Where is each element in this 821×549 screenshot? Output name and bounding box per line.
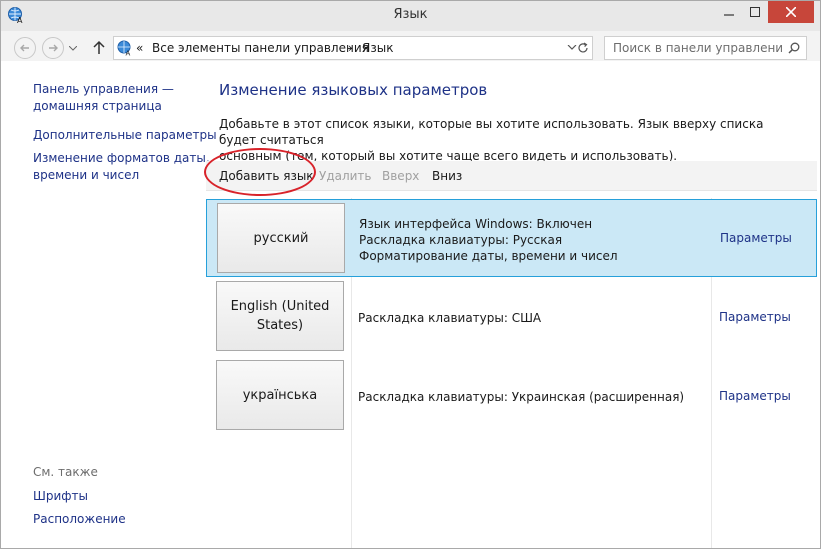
window-title: Язык bbox=[393, 7, 428, 22]
language-details: Раскладка клавиатуры: США bbox=[358, 310, 541, 326]
close-button[interactable] bbox=[768, 1, 814, 23]
minimize-button[interactable] bbox=[716, 1, 742, 23]
address-bar: A « Все элементы панели управления › Язы… bbox=[1, 31, 820, 61]
language-row-english[interactable]: English (United States) Раскладка клавиа… bbox=[206, 278, 817, 356]
forward-arrow-icon bbox=[49, 44, 58, 52]
sidebar-home-line2: домашняя страница bbox=[33, 99, 162, 113]
sidebar-link-fonts[interactable]: Шрифты bbox=[33, 488, 88, 505]
options-link[interactable]: Параметры bbox=[719, 310, 791, 324]
sidebar-link-advanced[interactable]: Дополнительные параметры bbox=[33, 127, 217, 144]
maximize-button[interactable] bbox=[742, 1, 768, 23]
back-button[interactable] bbox=[14, 37, 36, 59]
language-name-continued: States) bbox=[256, 318, 304, 333]
language-row-ukrainian[interactable]: українська Раскладка клавиатуры: Украинс… bbox=[206, 357, 817, 435]
breadcrumb-separator[interactable]: › bbox=[348, 41, 353, 55]
language-detail-line: Раскладка клавиатуры: США bbox=[358, 311, 542, 325]
search-field[interactable] bbox=[604, 36, 807, 60]
sidebar-link-location[interactable]: Расположение bbox=[33, 511, 126, 528]
page-title: Изменение языковых параметров bbox=[219, 81, 488, 99]
language-name: українська bbox=[242, 387, 318, 403]
search-input[interactable] bbox=[613, 40, 783, 56]
language-detail-line: Раскладка клавиатуры: Украинская (расшир… bbox=[358, 390, 685, 404]
language-window: A Язык A « Все элементы панели управлени… bbox=[0, 0, 821, 549]
remove-button[interactable]: Удалить bbox=[319, 169, 372, 183]
language-tile[interactable]: русский bbox=[217, 203, 345, 273]
sidebar-link-formats[interactable]: Изменение форматов даты, времени и чисел bbox=[33, 150, 210, 184]
up-arrow-icon[interactable] bbox=[93, 40, 105, 54]
breadcrumb-control-panel[interactable]: Все элементы панели управления bbox=[152, 41, 369, 55]
options-link[interactable]: Параметры bbox=[719, 389, 791, 403]
breadcrumb-overflow[interactable]: « bbox=[136, 41, 143, 55]
search-icon[interactable] bbox=[788, 42, 800, 54]
language-row-russian[interactable]: русский Язык интерфейса Windows: Включен… bbox=[206, 199, 817, 277]
content-area: Панель управления — домашняя страница До… bbox=[1, 61, 820, 548]
language-detail-line: Раскладка клавиатуры: Русская bbox=[359, 233, 563, 247]
breadcrumb-language[interactable]: Язык bbox=[362, 41, 393, 55]
sidebar-link-home[interactable]: Панель управления — домашняя страница bbox=[33, 81, 174, 115]
see-also-label: См. также bbox=[33, 465, 98, 479]
move-down-button[interactable]: Вниз bbox=[432, 169, 462, 183]
sidebar-formats-line2: времени и чисел bbox=[33, 168, 140, 182]
sidebar-formats-line1: Изменение форматов даты, bbox=[33, 151, 210, 165]
language-tile[interactable]: українська bbox=[216, 360, 344, 430]
history-dropdown-icon[interactable] bbox=[69, 46, 77, 52]
language-name: English (United bbox=[230, 299, 330, 314]
description-line1: Добавьте в этот список языки, которые вы… bbox=[219, 117, 764, 147]
back-arrow-icon bbox=[20, 44, 29, 52]
add-language-button[interactable]: Добавить язык bbox=[219, 169, 314, 183]
language-detail-line: Язык интерфейса Windows: Включен bbox=[359, 217, 593, 231]
language-tile[interactable]: English (United States) bbox=[216, 281, 344, 351]
language-detail-line: Форматирование даты, времени и чисел bbox=[359, 249, 618, 263]
language-details: Язык интерфейса Windows: Включен Расклад… bbox=[359, 216, 618, 264]
language-details: Раскладка клавиатуры: Украинская (расшир… bbox=[358, 389, 684, 405]
minimize-icon bbox=[724, 14, 734, 16]
svg-text:A: A bbox=[126, 50, 131, 57]
language-toolbar: Добавить язык Удалить Вверх Вниз bbox=[206, 161, 817, 191]
refresh-icon bbox=[578, 42, 588, 53]
move-up-button[interactable]: Вверх bbox=[382, 169, 419, 183]
language-name: русский bbox=[253, 230, 309, 246]
address-path[interactable]: A « Все элементы панели управления › Язы… bbox=[113, 36, 593, 60]
title-bar: A Язык bbox=[1, 1, 820, 31]
language-path-icon: A bbox=[117, 40, 131, 57]
sidebar-home-line1: Панель управления — bbox=[33, 82, 174, 96]
refresh-button[interactable] bbox=[573, 37, 593, 59]
page-description: Добавьте в этот список языки, которые вы… bbox=[219, 116, 799, 164]
close-icon bbox=[786, 7, 796, 17]
forward-button[interactable] bbox=[42, 37, 64, 59]
options-link[interactable]: Параметры bbox=[720, 231, 792, 245]
maximize-icon bbox=[750, 7, 760, 17]
